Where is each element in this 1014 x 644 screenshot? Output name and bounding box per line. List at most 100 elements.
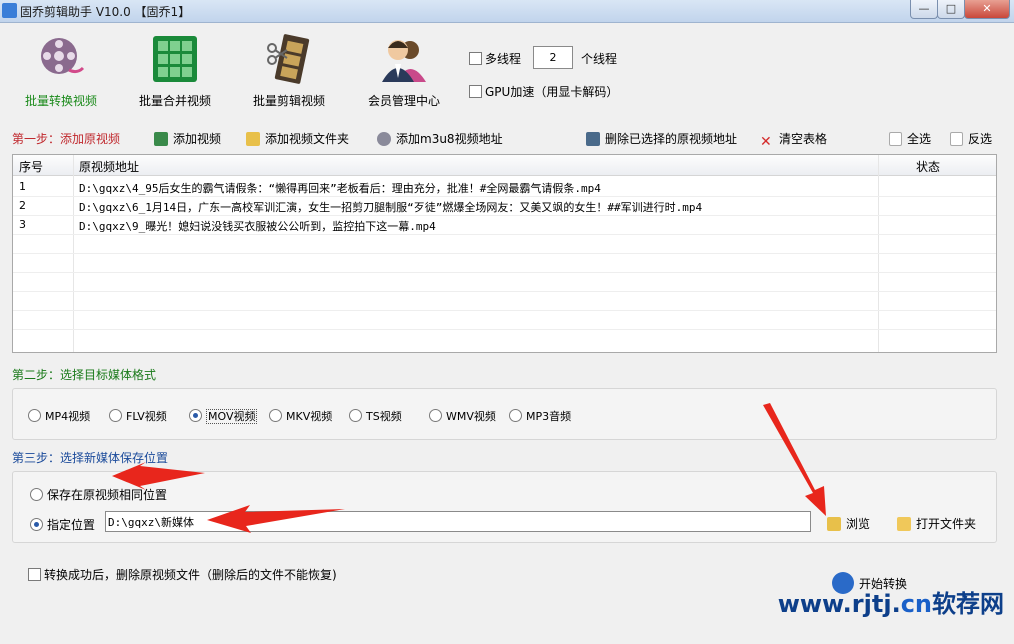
format-mkv-radio[interactable]: MKV视频 (269, 408, 332, 424)
delete-after-check-box[interactable] (28, 568, 41, 581)
add-folder-button[interactable]: 添加视频文件夹 (246, 130, 349, 147)
add-video-label: 添加视频 (173, 132, 222, 146)
specified-location-label: 指定位置 (47, 518, 96, 532)
member-center-button[interactable]: 会员管理中心 (354, 34, 454, 109)
link-icon (377, 132, 391, 146)
invert-select-button[interactable]: 反选 (950, 130, 992, 147)
maximize-button[interactable]: □ (937, 0, 965, 19)
multithread-label: 多线程 (485, 52, 522, 66)
users-icon (378, 34, 430, 84)
format-label: FLV视频 (126, 410, 167, 423)
batch-convert-label: 批量转换视频 (24, 94, 97, 108)
col-path-header[interactable]: 原视频地址 (79, 158, 139, 175)
format-label: MP3音频 (526, 410, 572, 423)
member-center-label: 会员管理中心 (367, 94, 440, 108)
close-button[interactable]: ✕ (964, 0, 1010, 19)
watermark-cn: cn (900, 590, 932, 618)
format-label: MOV视频 (206, 409, 258, 424)
watermark-prefix: www.rjtj. (777, 590, 901, 618)
batch-convert-button[interactable]: 批量转换视频 (11, 34, 111, 109)
radio-circle[interactable] (429, 409, 442, 422)
batch-edit-button[interactable]: 批量剪辑视频 (239, 34, 339, 109)
select-all-button[interactable]: 全选 (889, 130, 931, 147)
title-bar: 固乔剪辑助手 V10.0 【固乔1】 — □ ✕ (0, 0, 1014, 23)
add-m3u8-label: 添加m3u8视频地址 (396, 132, 503, 146)
delete-selected-button[interactable]: 删除已选择的原视频地址 (586, 130, 737, 147)
page-icon (889, 132, 902, 146)
radio-circle-selected[interactable] (30, 518, 43, 531)
col-status-header[interactable]: 状态 (916, 158, 940, 175)
folder-icon (897, 517, 911, 531)
radio-circle-selected[interactable] (189, 409, 202, 422)
row-index: 3 (19, 218, 26, 231)
radio-circle[interactable] (30, 488, 43, 501)
thread-count-input[interactable]: 2 (533, 46, 573, 69)
delete-after-checkbox[interactable]: 转换成功后，删除原视频文件（删除后的文件不能恢复) (28, 566, 337, 583)
empty-row (13, 291, 996, 311)
format-mp4-radio[interactable]: MP4视频 (28, 408, 90, 424)
radio-circle[interactable] (509, 409, 522, 422)
delete-list-icon (586, 132, 600, 146)
window-title: 固乔剪辑助手 V10.0 【固乔1】 (20, 5, 191, 19)
multithread-checkbox[interactable]: 多线程 (469, 50, 521, 67)
empty-row (13, 234, 996, 254)
gpu-check-box[interactable] (469, 85, 482, 98)
add-m3u8-button[interactable]: 添加m3u8视频地址 (377, 130, 503, 147)
row-index: 1 (19, 180, 26, 193)
clear-x-icon: ✕ (760, 134, 772, 150)
table-row[interactable]: 1 D:\gqxz\4_95后女生的霸气请假条：“懒得再回来”老板看后：理由充分… (13, 177, 996, 197)
add-video-button[interactable]: 添加视频 (154, 130, 221, 147)
batch-edit-label: 批量剪辑视频 (252, 94, 325, 108)
folder-search-icon (827, 517, 841, 531)
radio-circle[interactable] (28, 409, 41, 422)
specified-location-radio[interactable]: 指定位置 (30, 516, 95, 533)
format-flv-radio[interactable]: FLV视频 (109, 408, 167, 424)
save-path-input[interactable]: D:\gqxz\新媒体 (105, 511, 811, 532)
same-location-radio[interactable]: 保存在原视频相同位置 (30, 486, 167, 503)
delete-after-label: 转换成功后，删除原视频文件（删除后的文件不能恢复) (44, 568, 337, 582)
format-wmv-radio[interactable]: WMV视频 (429, 408, 496, 424)
same-location-label: 保存在原视频相同位置 (47, 488, 168, 502)
folder-icon (246, 132, 260, 146)
clear-table-button[interactable]: ✕ 清空表格 (760, 130, 827, 149)
row-path: D:\gqxz\6_1月14日，广东一高校军训汇演，女生一招剪刀腿制服“歹徒”燃… (79, 201, 703, 214)
minimize-button[interactable]: — (910, 0, 938, 19)
row-path: D:\gqxz\9_曝光！媳妇说没钱买衣服被公公听到，监控拍下这一幕.mp4 (79, 220, 436, 233)
open-folder-button[interactable]: 打开文件夹 (897, 515, 976, 532)
radio-circle[interactable] (349, 409, 362, 422)
app-icon (2, 3, 17, 18)
gpu-label: GPU加速（用显卡解码） (485, 85, 619, 99)
col-index-header[interactable]: 序号 (19, 158, 43, 175)
page-icon (950, 132, 963, 146)
video-table[interactable]: 序号 原视频地址 状态 1 D:\gqxz\4_95后女生的霸气请假条：“懒得再… (12, 154, 997, 353)
film-strip-icon (263, 34, 315, 84)
format-mov-radio[interactable]: MOV视频 (189, 408, 258, 424)
table-row[interactable]: 3 D:\gqxz\9_曝光！媳妇说没钱买衣服被公公听到，监控拍下这一幕.mp4 (13, 215, 996, 235)
open-folder-label: 打开文件夹 (916, 517, 977, 531)
delete-selected-label: 删除已选择的原视频地址 (605, 132, 738, 146)
step2-title: 第二步：选择目标媒体格式 (12, 368, 157, 382)
empty-row (13, 329, 996, 348)
batch-merge-button[interactable]: 批量合并视频 (125, 34, 225, 109)
format-label: MP4视频 (45, 410, 91, 423)
add-folder-label: 添加视频文件夹 (265, 132, 350, 146)
multithread-check-box[interactable] (469, 52, 482, 65)
gpu-checkbox[interactable]: GPU加速（用显卡解码） (469, 83, 618, 100)
table-row[interactable]: 2 D:\gqxz\6_1月14日，广东一高校军训汇演，女生一招剪刀腿制服“歹徒… (13, 196, 996, 216)
invert-select-label: 反选 (968, 132, 993, 146)
format-label: TS视频 (366, 410, 402, 423)
row-path: D:\gqxz\4_95后女生的霸气请假条：“懒得再回来”老板看后：理由充分，批… (79, 182, 601, 195)
format-ts-radio[interactable]: TS视频 (349, 408, 402, 424)
clear-table-label: 清空表格 (779, 132, 828, 146)
select-all-label: 全选 (907, 132, 932, 146)
format-mp3-radio[interactable]: MP3音频 (509, 408, 571, 424)
radio-circle[interactable] (269, 409, 282, 422)
watermark-suffix: 软荐网 (932, 590, 1004, 618)
empty-row (13, 272, 996, 292)
step3-title: 第三步：选择新媒体保存位置 (12, 451, 169, 465)
film-grid-icon (149, 34, 201, 84)
radio-circle[interactable] (109, 409, 122, 422)
format-label: MKV视频 (286, 410, 333, 423)
add-video-icon (154, 132, 168, 146)
browse-button[interactable]: 浏览 (827, 515, 870, 532)
